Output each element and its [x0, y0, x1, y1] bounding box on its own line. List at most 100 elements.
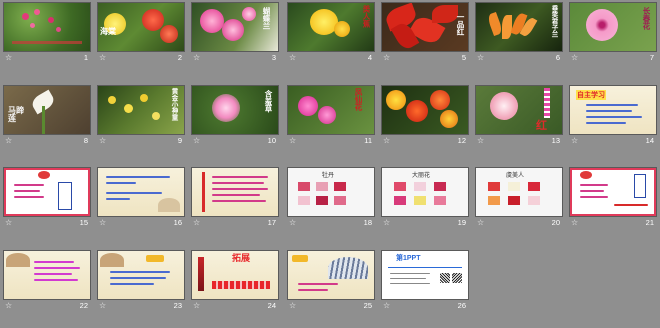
slide-transition-icon: ☆ [571, 53, 579, 62]
slide-transition-icon: ☆ [99, 136, 107, 145]
slide-thumbnail-9[interactable]: 黄金小神童 ☆ 9 [97, 85, 185, 147]
slide-thumbnail-10[interactable]: 含羞草 ☆ 10 [191, 85, 279, 147]
slide-preview: 拓展 [191, 250, 279, 300]
slide-number: 5 [461, 53, 466, 62]
slide-number: 22 [79, 301, 88, 310]
slide-title: 黄金小神童 [170, 88, 178, 121]
slide-number: 11 [364, 136, 372, 145]
slide-preview: 自主学习 [569, 85, 657, 135]
slide-preview: 红 [475, 85, 563, 135]
slide-preview [97, 167, 185, 217]
slide-thumbnail-23[interactable]: ☆ 23 [97, 250, 185, 312]
slide-preview: 长春花 [569, 2, 657, 52]
slide-number: 25 [363, 301, 372, 310]
slide-transition-icon: ☆ [383, 53, 391, 62]
slide-number: 19 [457, 218, 466, 227]
slide-preview: 垂笑君子兰 [475, 2, 563, 52]
slide-transition-icon: ☆ [5, 301, 13, 310]
slide-preview: 蝴蝶兰 [191, 2, 279, 52]
slide-thumbnail-14[interactable]: 自主学习 ☆ 14 [569, 85, 657, 147]
slide-number: 16 [173, 218, 182, 227]
slide-transition-icon: ☆ [289, 301, 297, 310]
slide-preview [287, 250, 375, 300]
slide-thumbnail-6[interactable]: 垂笑君子兰 ☆ 6 [475, 2, 563, 64]
slide-transition-icon: ☆ [289, 218, 297, 227]
slide-number: 6 [555, 53, 560, 62]
slide-transition-icon: ☆ [193, 53, 201, 62]
slide-thumbnail-5[interactable]: 一品红 ☆ 5 [381, 2, 469, 64]
slide-transition-icon: ☆ [99, 53, 107, 62]
slide-preview [191, 167, 279, 217]
slide-number: 21 [645, 218, 654, 227]
slide-thumbnail-24[interactable]: 拓展 ☆ 24 [191, 250, 279, 312]
slide-thumbnail-2[interactable]: 海棠 ☆ 2 [97, 2, 185, 64]
slide-transition-icon: ☆ [477, 218, 485, 227]
slide-transition-icon: ☆ [571, 218, 579, 227]
slide-thumbnail-16[interactable]: ☆ 16 [97, 167, 185, 229]
slide-transition-icon: ☆ [571, 136, 579, 145]
slide-preview [381, 85, 469, 135]
slide-thumbnail-21[interactable]: ☆ 21 [569, 167, 657, 229]
slide-number: 12 [457, 136, 466, 145]
slide-thumbnail-12[interactable]: ☆ 12 [381, 85, 469, 147]
slide-thumbnail-19[interactable]: 大丽花 ☆ 19 [381, 167, 469, 229]
slide-title: 红 [536, 119, 547, 132]
slide-title: 一品红 [456, 13, 465, 36]
slide-title: 美人蕉 [362, 5, 371, 28]
slide-preview [569, 167, 657, 217]
slide-title: 垂笑君子兰 [550, 5, 558, 38]
slide-preview [3, 2, 91, 52]
slide-number: 20 [551, 218, 560, 227]
slide-preview: 凤仙花 [287, 85, 375, 135]
slide-transition-icon: ☆ [289, 53, 297, 62]
slide-thumbnail-4[interactable]: 美人蕉 ☆ 4 [287, 2, 375, 64]
slide-title: 海棠 [100, 26, 116, 36]
slide-transition-icon: ☆ [383, 136, 391, 145]
slide-title: 长春花 [642, 7, 651, 30]
slide-number: 4 [367, 53, 372, 62]
slide-transition-icon: ☆ [193, 136, 201, 145]
slide-thumbnail-7[interactable]: 长春花 ☆ 7 [569, 2, 657, 64]
slide-number: 17 [267, 218, 276, 227]
slide-thumbnail-22[interactable]: ☆ 22 [3, 250, 91, 312]
slide-thumbnail-20[interactable]: 虞美人 ☆ 20 [475, 167, 563, 229]
slide-thumbnail-15[interactable]: ☆ 15 [3, 167, 91, 229]
slide-preview [97, 250, 185, 300]
slide-title: 含羞草 [264, 90, 273, 113]
slide-thumbnail-26[interactable]: 第1PPT ☆ 26 [381, 250, 469, 312]
slide-number: 15 [79, 218, 88, 227]
slide-thumbnail-3[interactable]: 蝴蝶兰 ☆ 3 [191, 2, 279, 64]
slide-transition-icon: ☆ [5, 218, 13, 227]
slide-transition-icon: ☆ [193, 301, 201, 310]
slide-transition-icon: ☆ [289, 136, 297, 145]
slide-transition-icon: ☆ [477, 53, 485, 62]
slide-preview: 第1PPT [381, 250, 469, 300]
slide-title: 凤仙花 [354, 88, 363, 111]
slide-preview: 马蹄莲 [3, 85, 91, 135]
slide-transition-icon: ☆ [477, 136, 485, 145]
slide-thumbnail-17[interactable]: ☆ 17 [191, 167, 279, 229]
slide-thumbnail-1[interactable]: ☆ 1 [3, 2, 91, 64]
slide-number: 1 [83, 53, 88, 62]
slide-transition-icon: ☆ [383, 301, 391, 310]
slide-transition-icon: ☆ [5, 53, 13, 62]
slide-title: 自主学习 [576, 90, 606, 100]
slide-number: 14 [645, 136, 654, 145]
slide-title: 马蹄莲 [8, 105, 24, 123]
slide-transition-icon: ☆ [99, 218, 107, 227]
slide-preview: 大丽花 [381, 167, 469, 217]
slide-number: 18 [363, 218, 372, 227]
slide-thumbnail-18[interactable]: 牡丹 ☆ 18 [287, 167, 375, 229]
slide-thumbnail-25[interactable]: ☆ 25 [287, 250, 375, 312]
slide-number: 7 [649, 53, 654, 62]
slide-title: 拓展 [232, 254, 251, 264]
slide-thumbnail-13[interactable]: 红 ☆ 13 [475, 85, 563, 147]
slide-preview [3, 250, 91, 300]
slide-thumbnail-11[interactable]: 凤仙花 ☆ 11 [287, 85, 375, 147]
slide-thumbnail-8[interactable]: 马蹄莲 ☆ 8 [3, 85, 91, 147]
slide-number: 2 [177, 53, 182, 62]
slide-preview: 虞美人 [475, 167, 563, 217]
slide-preview [3, 167, 91, 217]
slide-title: 蝴蝶兰 [262, 7, 271, 30]
slide-preview: 海棠 [97, 2, 185, 52]
